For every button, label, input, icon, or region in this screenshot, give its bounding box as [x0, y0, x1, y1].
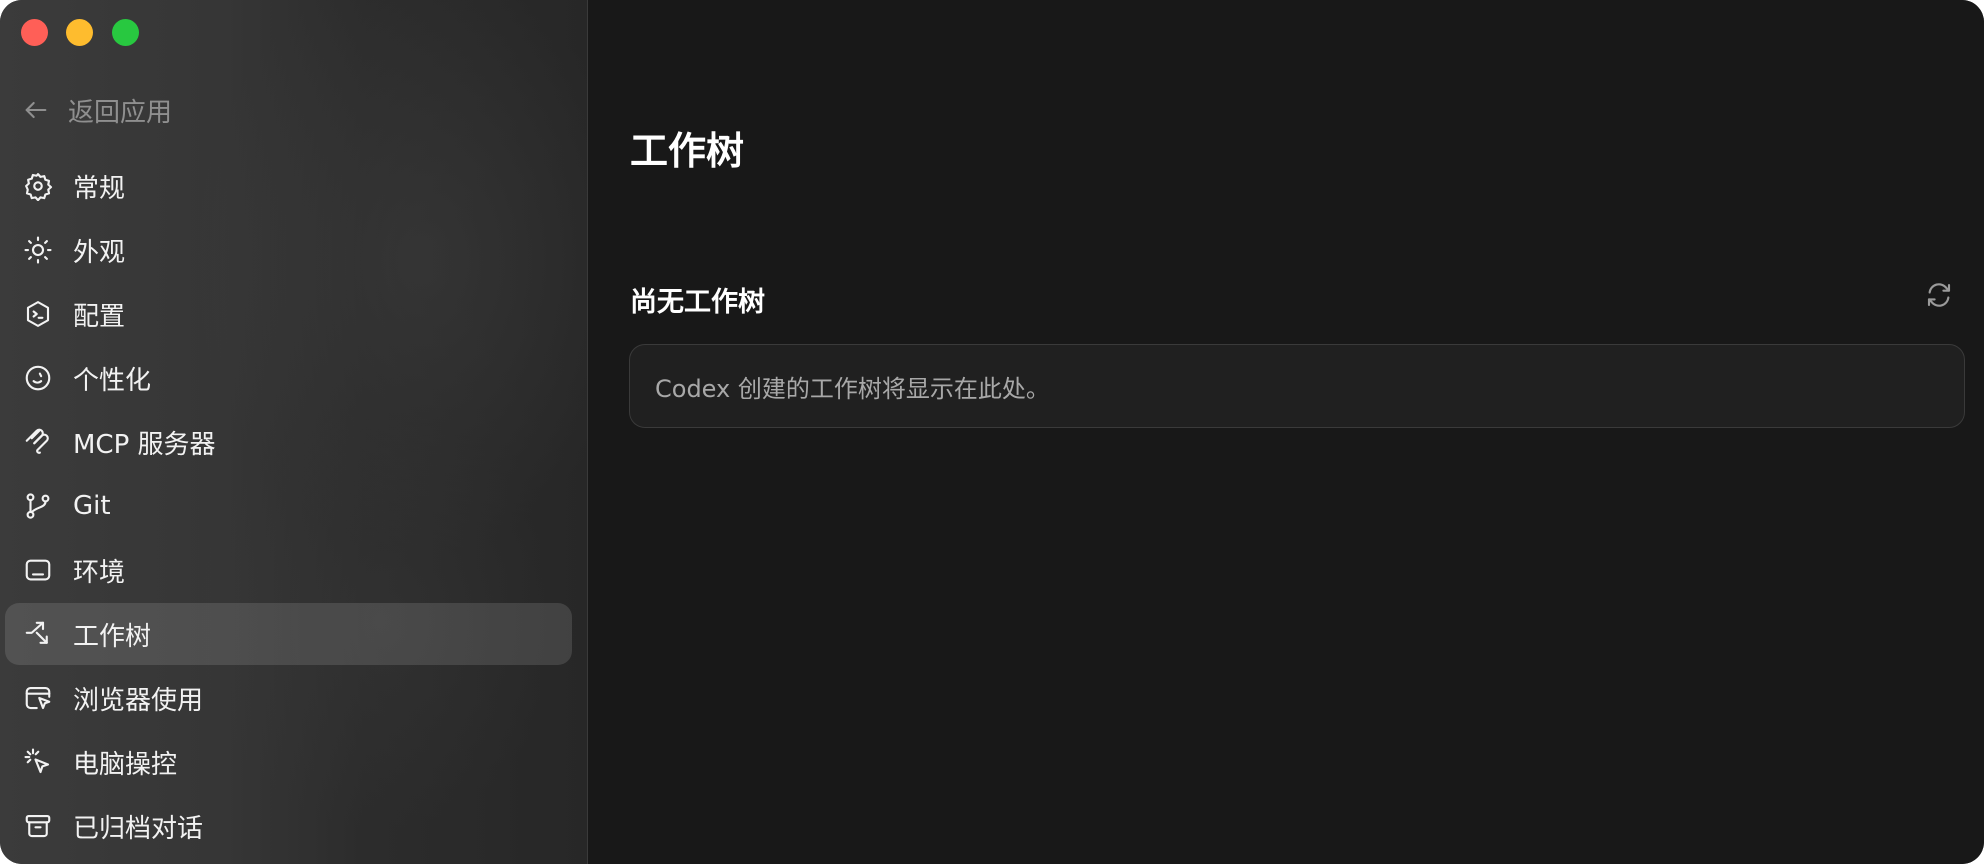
gear-icon — [23, 171, 53, 201]
sidebar-item-general[interactable]: 常规 — [5, 155, 572, 217]
sidebar-item-label: MCP 服务器 — [73, 429, 216, 460]
sidebar-item-archived-chats[interactable]: 已归档对话 — [5, 795, 572, 857]
sidebar-item-label: 个性化 — [73, 365, 152, 396]
sidebar-item-config[interactable]: 配置 — [5, 283, 572, 345]
sidebar-item-worktrees[interactable]: 工作树 — [5, 603, 572, 665]
empty-state-card: Codex 创建的工作树将显示在此处。 — [629, 344, 1965, 428]
sidebar-item-label: 外观 — [73, 237, 126, 268]
sidebar-item-browser-use[interactable]: 浏览器使用 — [5, 667, 572, 729]
sidebar-item-personalization[interactable]: 个性化 — [5, 347, 572, 409]
close-window-button[interactable] — [21, 19, 48, 46]
sidebar-item-environment[interactable]: 环境 — [5, 539, 572, 601]
environment-icon — [23, 555, 53, 585]
zoom-window-button[interactable] — [112, 19, 139, 46]
refresh-icon[interactable] — [1924, 280, 1954, 310]
git-branch-icon — [23, 491, 53, 521]
sidebar-item-git[interactable]: Git — [5, 475, 572, 537]
arrow-left-icon — [25, 101, 47, 119]
back-label: 返回应用 — [68, 97, 173, 128]
sidebar-item-mcp-servers[interactable]: MCP 服务器 — [5, 411, 572, 473]
section-title: 尚无工作树 — [630, 287, 765, 318]
mcp-icon — [23, 427, 53, 457]
page-title: 工作树 — [630, 129, 745, 173]
sidebar-item-label: 配置 — [73, 301, 126, 332]
click-cursor-icon — [23, 747, 53, 777]
sidebar-item-label: 电脑操控 — [73, 749, 178, 780]
app-window: 返回应用 常规 外观 配置 个性化 MCP 服务器 Git 环境 工作树 浏览器… — [0, 0, 1984, 864]
empty-state-message: Codex 创建的工作树将显示在此处。 — [655, 374, 1050, 403]
worktree-icon — [23, 619, 53, 649]
sidebar-item-computer-use[interactable]: 电脑操控 — [5, 731, 572, 793]
sidebar-item-label: 浏览器使用 — [73, 685, 204, 716]
sidebar-item-label: 已归档对话 — [73, 813, 204, 844]
sun-icon — [23, 235, 53, 265]
sidebar-item-label: 常规 — [73, 173, 126, 204]
main-content: 工作树 尚无工作树 Codex 创建的工作树将显示在此处。 — [588, 0, 1984, 864]
sidebar-item-label: Git — [73, 491, 111, 521]
archive-icon — [23, 811, 53, 841]
smile-icon — [23, 363, 53, 393]
minimize-window-button[interactable] — [66, 19, 93, 46]
shield-terminal-icon — [23, 299, 53, 329]
back-to-app-button[interactable]: 返回应用 — [22, 90, 172, 130]
sidebar-item-label: 环境 — [73, 557, 126, 588]
sidebar-item-label: 工作树 — [73, 621, 152, 652]
browser-cursor-icon — [23, 683, 53, 713]
sidebar-item-appearance[interactable]: 外观 — [5, 219, 572, 281]
sidebar: 返回应用 常规 外观 配置 个性化 MCP 服务器 Git 环境 工作树 浏览器… — [0, 0, 588, 864]
